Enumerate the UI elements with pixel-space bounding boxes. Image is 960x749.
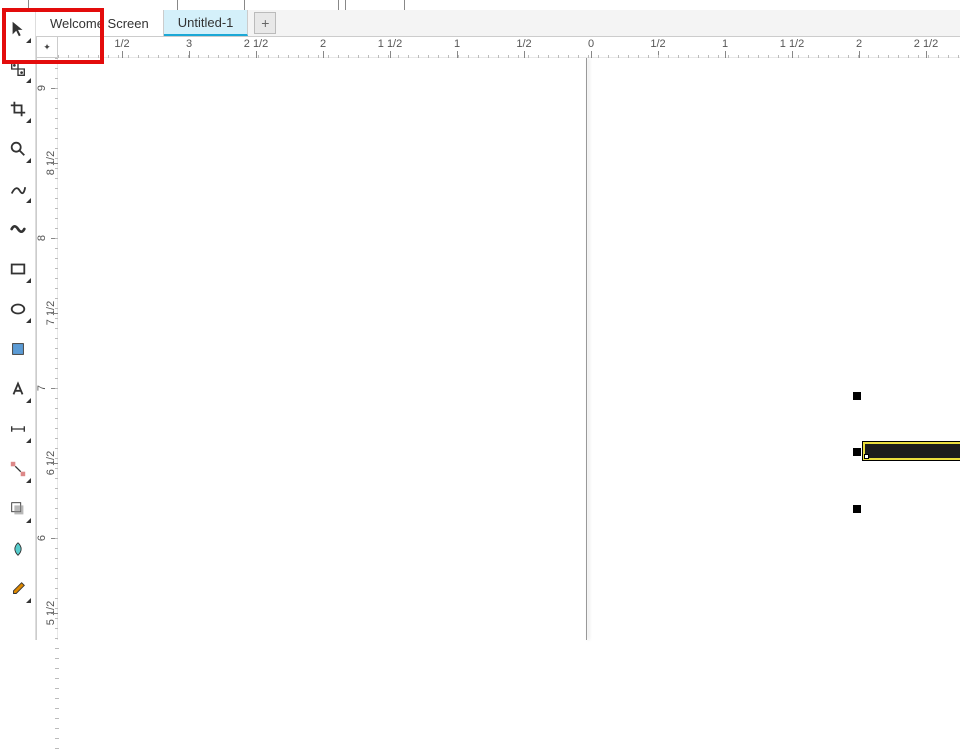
text-icon: [9, 380, 27, 401]
shadow-icon: [9, 500, 27, 521]
connector-icon: [9, 460, 27, 481]
ruler-tick-label: 1: [722, 38, 728, 50]
ruler-tick-label: 2 1/2: [244, 38, 268, 50]
ruler-origin[interactable]: [36, 36, 58, 58]
polygon-icon: [9, 340, 27, 361]
toolbox: [0, 10, 36, 640]
flyout-indicator-icon: [26, 518, 31, 523]
selection-handle-bottom[interactable]: [853, 505, 861, 513]
pick-tool[interactable]: [4, 16, 32, 44]
ruler-tick-label: 1/2: [650, 38, 665, 50]
ruler-tick-label: 7: [36, 385, 48, 391]
flyout-indicator-icon: [26, 198, 31, 203]
ruler-tick-label: 9: [36, 85, 48, 91]
tab-welcome-screen[interactable]: Welcome Screen: [36, 10, 164, 36]
drawing-canvas[interactable]: [58, 58, 960, 640]
artistic-icon: [9, 220, 27, 241]
zoom-icon: [9, 140, 27, 161]
property-bar: [0, 0, 960, 10]
ruler-tick-label: 0: [588, 38, 594, 50]
ruler-tick-label: 2 1/2: [914, 38, 938, 50]
document-tabs: Welcome Screen Untitled-1 +: [36, 10, 960, 36]
ellipse-icon: [9, 300, 27, 321]
ruler-tick-label: 2: [320, 38, 326, 50]
flyout-indicator-icon: [26, 118, 31, 123]
pick-icon: [9, 20, 27, 41]
flyout-indicator-icon: [26, 598, 31, 603]
flyout-indicator-icon: [26, 398, 31, 403]
ruler-tick-label: 1/2: [114, 38, 129, 50]
drop-shadow-tool[interactable]: [4, 496, 32, 524]
flyout-indicator-icon: [26, 38, 31, 43]
flyout-indicator-icon: [26, 318, 31, 323]
flyout-indicator-icon: [26, 158, 31, 163]
horizontal-ruler[interactable]: 1/2 3 2 1/2 2 1 1/2 1 1/2 0 1/2 1 1 1/2 2 2 1/2: [58, 36, 960, 58]
selection-handle-middle-left[interactable]: [853, 448, 861, 456]
vertical-ruler[interactable]: 98 1/287 1/276 1/265 1/2: [36, 58, 58, 640]
selected-rectangle-object[interactable]: [863, 442, 960, 460]
freehand-icon: [9, 180, 27, 201]
ruler-tick-label: 1: [454, 38, 460, 50]
tab-untitled-1[interactable]: Untitled-1: [164, 10, 249, 36]
ruler-tick-label: 1 1/2: [780, 38, 804, 50]
flyout-indicator-icon: [26, 78, 31, 83]
transparency-icon: [9, 540, 27, 561]
polygon-tool[interactable]: [4, 336, 32, 364]
ruler-tick-label: 8: [36, 235, 48, 241]
ruler-tick-label: 1 1/2: [378, 38, 402, 50]
zoom-tool[interactable]: [4, 136, 32, 164]
dimension-tool[interactable]: [4, 416, 32, 444]
ellipse-tool[interactable]: [4, 296, 32, 324]
ruler-tick-label: 1/2: [516, 38, 531, 50]
rectangle-tool[interactable]: [4, 256, 32, 284]
shape-icon: [9, 60, 27, 81]
selection-handle-top[interactable]: [853, 392, 861, 400]
artistic-media-tool[interactable]: [4, 216, 32, 244]
eyedropper-tool[interactable]: [4, 576, 32, 604]
flyout-indicator-icon: [26, 478, 31, 483]
object-anchor[interactable]: [864, 454, 869, 459]
page-boundary: [586, 58, 587, 640]
ruler-tick-label: 3: [186, 38, 192, 50]
connector-tool[interactable]: [4, 456, 32, 484]
ruler-tick-label: 6: [36, 535, 48, 541]
transparency-tool[interactable]: [4, 536, 32, 564]
text-tool[interactable]: [4, 376, 32, 404]
shape-tool[interactable]: [4, 56, 32, 84]
ruler-tick-label: 2: [856, 38, 862, 50]
crop-icon: [9, 100, 27, 121]
dimension-icon: [9, 420, 27, 441]
flyout-indicator-icon: [26, 278, 31, 283]
add-tab-button[interactable]: +: [254, 12, 276, 34]
eyedropper-icon: [9, 580, 27, 601]
crop-tool[interactable]: [4, 96, 32, 124]
flyout-indicator-icon: [26, 438, 31, 443]
rect-icon: [9, 260, 27, 281]
freehand-tool[interactable]: [4, 176, 32, 204]
